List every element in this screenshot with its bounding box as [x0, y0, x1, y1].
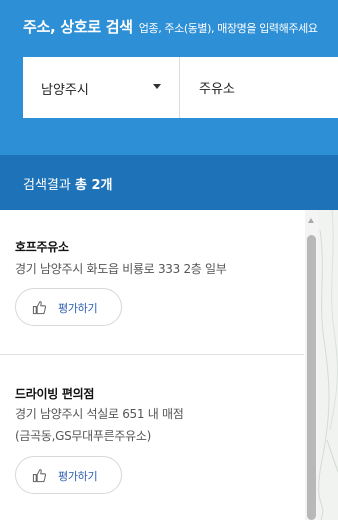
arrow-up-icon[interactable]	[308, 218, 314, 223]
search-hint: 업종, 주소(동별), 매장명을 입력해주세요	[138, 22, 318, 35]
result-list: 호프주유소 경기 남양주시 화도읍 비룡로 333 2층 일부 평가하기 드라이…	[0, 210, 304, 520]
search-header: 주소, 상호로 검색 업종, 주소(동별), 매장명을 입력해주세요	[23, 16, 318, 37]
result-label: 검색결과	[23, 178, 71, 193]
keyword-input[interactable]	[181, 57, 338, 118]
list-item[interactable]: 드라이빙 편의점 경기 남양주시 석실로 651 내 매점 (금곡동,GS무대푸…	[0, 355, 304, 520]
search-form: 남양주시	[23, 57, 338, 118]
list-scrollbar[interactable]	[305, 210, 318, 520]
map-roads	[318, 210, 338, 520]
result-count: 총 2개	[74, 178, 113, 193]
map-area[interactable]	[318, 210, 338, 520]
store-address-line: 경기 남양주시 석실로 651 내 매점	[15, 407, 184, 421]
scrollbar-thumb[interactable]	[307, 235, 316, 520]
store-name: 드라이빙 편의점	[15, 387, 95, 401]
rate-button[interactable]: 평가하기	[15, 288, 122, 326]
caret-down-icon	[153, 84, 161, 89]
thumbs-up-icon	[32, 301, 47, 315]
store-name: 호프주유소	[15, 240, 69, 254]
result-summary-bar: 검색결과 총 2개	[0, 155, 338, 210]
result-summary: 검색결과 총 2개	[23, 174, 112, 193]
region-select-value: 남양주시	[41, 83, 89, 98]
rate-button[interactable]: 평가하기	[15, 456, 122, 494]
store-address: 경기 남양주시 석실로 651 내 매점 (금곡동,GS무대푸른주유소)	[15, 403, 184, 447]
store-address-line: 경기 남양주시 화도읍 비룡로 333 2층 일부	[15, 262, 227, 276]
store-address: 경기 남양주시 화도읍 비룡로 333 2층 일부	[15, 258, 227, 280]
search-title: 주소, 상호로 검색	[23, 18, 133, 36]
rate-button-label: 평가하기	[58, 470, 98, 483]
list-item[interactable]: 호프주유소 경기 남양주시 화도읍 비룡로 333 2층 일부 평가하기	[0, 210, 304, 355]
rate-button-label: 평가하기	[58, 302, 98, 315]
search-panel: 주소, 상호로 검색 업종, 주소(동별), 매장명을 입력해주세요 남양주시	[0, 0, 338, 155]
thumbs-up-icon	[32, 469, 47, 483]
region-select[interactable]: 남양주시	[23, 57, 180, 118]
store-address-detail: (금곡동,GS무대푸른주유소)	[15, 429, 151, 443]
